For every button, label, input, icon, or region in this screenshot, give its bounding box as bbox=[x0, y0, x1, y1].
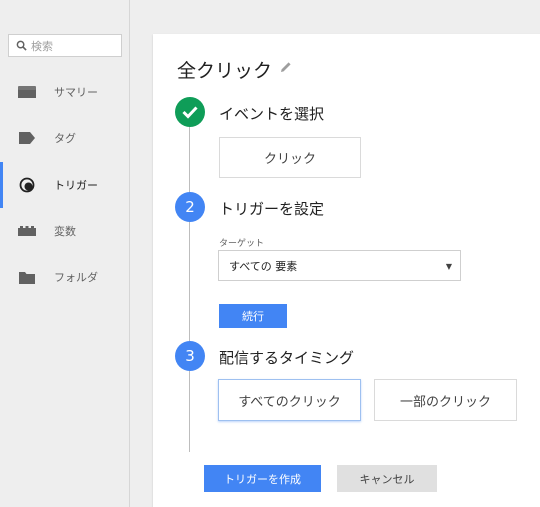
step-2-title: トリガーを設定 bbox=[219, 200, 325, 218]
summary-icon bbox=[18, 84, 36, 100]
step-3-title: 配信するタイミング bbox=[219, 349, 355, 367]
event-type-button[interactable]: クリック bbox=[219, 137, 361, 178]
continue-button[interactable]: 続行 bbox=[219, 304, 287, 328]
top-bar bbox=[131, 0, 540, 12]
step-2-marker: 2 bbox=[175, 192, 205, 222]
sidebar-item-folders[interactable]: フォルダ bbox=[0, 254, 130, 300]
sidebar-item-tags[interactable]: タグ bbox=[0, 115, 130, 161]
sidebar: 検索 サマリー タグ トリガー 変数 フォルダ bbox=[0, 0, 130, 507]
target-select[interactable]: すべての 要素 ▼ bbox=[218, 250, 461, 281]
tag-icon bbox=[18, 130, 36, 146]
step-3-marker: 3 bbox=[175, 341, 205, 371]
cancel-button[interactable]: キャンセル bbox=[337, 465, 437, 492]
sidebar-item-summary[interactable]: サマリー bbox=[0, 69, 130, 115]
sidebar-item-label: トリガー bbox=[54, 179, 98, 192]
sidebar-item-triggers[interactable]: トリガー bbox=[0, 162, 130, 208]
sidebar-item-label: サマリー bbox=[54, 86, 98, 99]
page-title: 全クリック bbox=[177, 60, 273, 82]
sidebar-item-label: フォルダ bbox=[54, 271, 98, 284]
search-input[interactable]: 検索 bbox=[8, 34, 122, 57]
target-label: ターゲット bbox=[219, 239, 265, 249]
pencil-icon[interactable] bbox=[279, 59, 293, 73]
sidebar-item-label: 変数 bbox=[54, 225, 76, 238]
step-1-title: イベントを選択 bbox=[219, 105, 325, 123]
all-clicks-option[interactable]: すべてのクリック bbox=[218, 379, 361, 421]
folder-icon bbox=[18, 269, 36, 285]
target-select-value: すべての 要素 bbox=[229, 259, 298, 273]
trigger-editor-panel: 全クリック イベントを選択 クリック 2 トリガーを設定 ターゲット すべての … bbox=[153, 34, 540, 507]
variable-icon bbox=[18, 223, 36, 239]
sidebar-item-variables[interactable]: 変数 bbox=[0, 208, 130, 254]
trigger-icon bbox=[18, 177, 36, 193]
step-connector bbox=[189, 122, 190, 452]
some-clicks-option[interactable]: 一部のクリック bbox=[374, 379, 517, 421]
search-placeholder: 検索 bbox=[31, 39, 53, 53]
dropdown-arrow-icon: ▼ bbox=[445, 262, 452, 271]
sidebar-item-label: タグ bbox=[54, 132, 76, 145]
create-trigger-button[interactable]: トリガーを作成 bbox=[204, 465, 321, 492]
search-icon bbox=[16, 36, 27, 55]
step-1-check-icon bbox=[175, 97, 205, 127]
